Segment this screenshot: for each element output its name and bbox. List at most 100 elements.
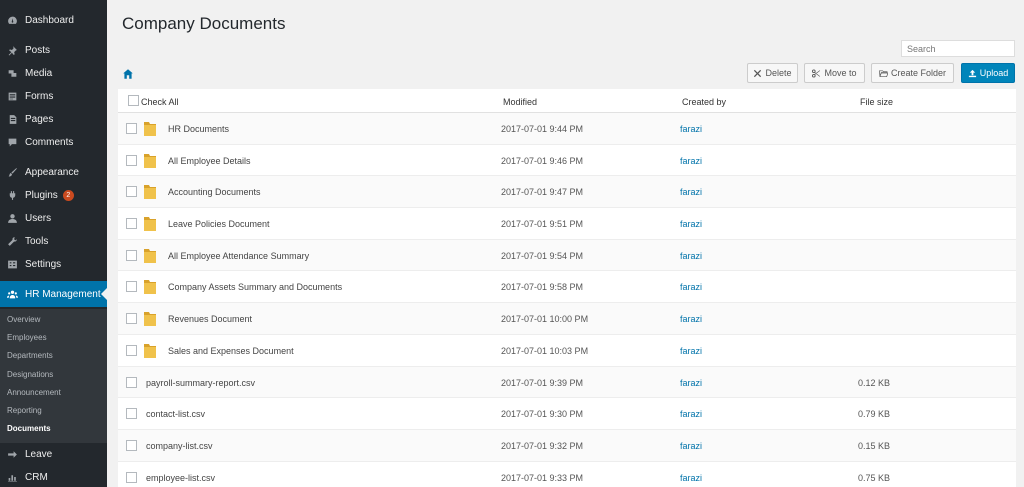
create-folder-button-label: Create Folder [890, 68, 947, 78]
move-to-button-label: Move to [824, 68, 857, 78]
file-created-by[interactable]: farazi [680, 441, 702, 451]
file-name[interactable]: Revenues Document [168, 314, 252, 324]
file-size: 0.75 KB [858, 472, 891, 483]
file-created-by[interactable]: farazi [680, 187, 702, 197]
brush-icon [6, 166, 19, 179]
file-created-by[interactable]: farazi [680, 314, 702, 324]
row-checkbox[interactable] [126, 439, 137, 451]
file-created-by[interactable]: farazi [680, 124, 702, 134]
file-name[interactable]: Leave Policies Document [168, 219, 270, 229]
file-name[interactable]: contact-list.csv [146, 409, 205, 419]
modified-header[interactable]: Modified [503, 97, 537, 107]
row-checkbox[interactable] [126, 313, 137, 325]
file-created-by[interactable]: farazi [680, 282, 702, 292]
pages-icon [6, 113, 19, 126]
scissors-icon [812, 68, 821, 78]
table-row[interactable]: Revenues Document 2017-07-01 10:00 PM fara… [118, 303, 1016, 335]
file-name[interactable]: Company Assets Summary and Documents [168, 282, 342, 292]
file-name[interactable]: payroll-summary-report.csv [146, 378, 255, 388]
menu-crm[interactable]: CRM [0, 466, 107, 487]
file-name[interactable]: Sales and Expenses Document [168, 346, 294, 356]
table-row[interactable]: Accounting Documents 2017-07-01 9:47 PM fa… [118, 176, 1016, 209]
file-size: 0.15 KB [858, 440, 891, 451]
table-row[interactable]: contact-list.csv 2017-07-01 9:30 PM farazi… [118, 398, 1016, 430]
upload-button[interactable]: Upload [961, 63, 1015, 83]
table-row[interactable]: Company Assets Summary and Documents 2017… [118, 271, 1016, 304]
submenu-overview[interactable]: Overview [7, 315, 40, 324]
file-created-by[interactable]: farazi [680, 251, 702, 261]
submenu-documents[interactable]: Documents [7, 424, 51, 433]
row-checkbox[interactable] [126, 218, 137, 230]
create-folder-button[interactable]: Create Folder [871, 63, 954, 83]
row-checkbox[interactable] [126, 344, 137, 356]
submenu-departments[interactable]: Departments [7, 351, 53, 360]
file-created-by[interactable]: farazi [680, 156, 702, 166]
row-checkbox[interactable] [126, 408, 137, 420]
row-checkbox[interactable] [126, 123, 137, 134]
file-created-by[interactable]: farazi [680, 346, 702, 356]
file-modified: 2017-07-01 9:44 PM [501, 124, 584, 134]
file-name[interactable]: Accounting Documents [168, 187, 261, 197]
file-created-by[interactable]: farazi [680, 473, 702, 483]
menu-plugins[interactable]: Plugins 2 [0, 184, 107, 206]
submenu-employees[interactable]: Employees [7, 333, 47, 342]
table-row[interactable]: All Employee Details 2017-07-01 9:46 PM fa… [118, 145, 1016, 177]
file-created-by[interactable]: farazi [680, 409, 702, 419]
delete-button[interactable]: Delete [747, 63, 798, 83]
submenu-designations[interactable]: Designations [7, 370, 53, 379]
row-checkbox[interactable] [126, 471, 137, 483]
row-checkbox[interactable] [126, 249, 137, 261]
file-created-by[interactable]: farazi [680, 378, 702, 388]
menu-comments-label: Comments [25, 136, 74, 148]
table-row[interactable]: company-list.csv 2017-07-01 9:32 PM farazi… [118, 429, 1016, 462]
menu-media[interactable]: Media [0, 62, 107, 84]
menu-settings[interactable]: Settings [0, 253, 107, 275]
groups-icon [6, 288, 19, 301]
menu-dashboard[interactable]: Dashboard [0, 9, 107, 31]
table-row[interactable]: HR Documents 2017-07-01 9:44 PM farazi [118, 113, 1016, 145]
home-icon[interactable] [122, 68, 134, 80]
file-name[interactable]: All Employee Attendance Summary [168, 251, 309, 261]
menu-comments[interactable]: Comments [0, 131, 107, 153]
submenu-announcement[interactable]: Announcement [7, 388, 61, 397]
plugin-icon [6, 189, 19, 202]
media-icon [6, 67, 19, 80]
table-row[interactable]: Leave Policies Document 2017-07-01 9:51 P… [118, 208, 1016, 240]
menu-leave[interactable]: Leave [0, 443, 107, 465]
check-all-checkbox[interactable] [128, 95, 139, 106]
row-checkbox[interactable] [126, 186, 137, 198]
submenu-reporting[interactable]: Reporting [7, 406, 42, 415]
file-modified: 2017-07-01 9:47 PM [501, 187, 584, 198]
table-row[interactable]: payroll-summary-report.csv 2017-07-01 9:3… [118, 366, 1016, 399]
menu-media-label: Media [25, 67, 53, 79]
delete-button-label: Delete [765, 68, 792, 78]
folder-icon [143, 120, 157, 137]
menu-posts[interactable]: Posts [0, 39, 107, 61]
menu-forms[interactable]: Forms [0, 85, 107, 107]
table-row[interactable]: employee-list.csv 2017-07-01 9:33 PM faraz… [118, 462, 1016, 487]
move-to-button[interactable]: Move to [804, 63, 865, 83]
wrench-icon [6, 235, 19, 248]
created-by-header[interactable]: Created by [682, 97, 726, 107]
menu-appearance[interactable]: Appearance [0, 161, 107, 183]
table-row[interactable]: Sales and Expenses Document 2017-07-01 10… [118, 335, 1016, 367]
file-name[interactable]: company-list.csv [146, 441, 213, 451]
search-input[interactable] [901, 40, 1015, 57]
folder-open-icon [879, 69, 888, 77]
row-checkbox[interactable] [126, 376, 137, 388]
file-table: Check All Modified Created by File size … [118, 89, 1016, 487]
menu-pages[interactable]: Pages [0, 108, 107, 130]
file-name[interactable]: HR Documents [168, 124, 229, 134]
table-row[interactable]: All Employee Attendance Summary 2017-07-0… [118, 239, 1016, 272]
menu-plugins-label: Plugins [25, 189, 58, 201]
file-created-by[interactable]: farazi [680, 219, 702, 229]
row-checkbox[interactable] [126, 281, 137, 293]
file-size-header[interactable]: File size [860, 97, 893, 107]
menu-hr-management[interactable]: HR Management [0, 281, 107, 307]
menu-tools[interactable]: Tools [0, 230, 107, 252]
menu-users[interactable]: Users [0, 207, 107, 229]
file-name[interactable]: All Employee Details [168, 156, 251, 166]
folder-icon [143, 342, 157, 359]
file-name[interactable]: employee-list.csv [146, 473, 215, 483]
row-checkbox[interactable] [126, 154, 137, 166]
